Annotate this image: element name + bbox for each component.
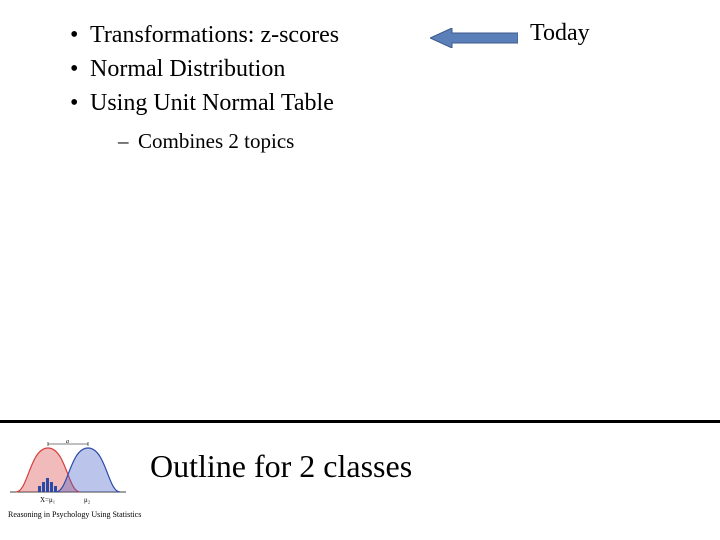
today-label: Today xyxy=(530,20,590,47)
bullet-text: Normal Distribution xyxy=(90,56,285,82)
axis-label-right: μ₂ xyxy=(84,496,91,504)
sub-bullet-text: Combines 2 topics xyxy=(138,129,294,153)
arrow-left-icon xyxy=(430,28,518,48)
bullet-item-3: Using Unit Normal Table Combines 2 topic… xyxy=(70,86,470,156)
bullet-text: Transformations: z-scores xyxy=(90,22,339,48)
sub-bullet-item-1: Combines 2 topics xyxy=(118,126,470,156)
bullet-item-2: Normal Distribution xyxy=(70,52,470,86)
normal-distribution-icon: d X=μ₁ μ₂ xyxy=(8,440,128,506)
axis-label-left: X=μ₁ xyxy=(40,496,55,504)
bullet-list: Transformations: z-scores Normal Distrib… xyxy=(70,18,470,156)
footer-caption: Reasoning in Psychology Using Statistics xyxy=(8,510,141,519)
footer-title: Outline for 2 classes xyxy=(150,448,412,485)
sub-bullet-list: Combines 2 topics xyxy=(118,126,470,156)
bullet-text: Using Unit Normal Table xyxy=(90,90,334,116)
bullet-item-1: Transformations: z-scores xyxy=(70,18,470,52)
main-content: Transformations: z-scores Normal Distrib… xyxy=(70,18,470,156)
divider-line xyxy=(0,420,720,423)
